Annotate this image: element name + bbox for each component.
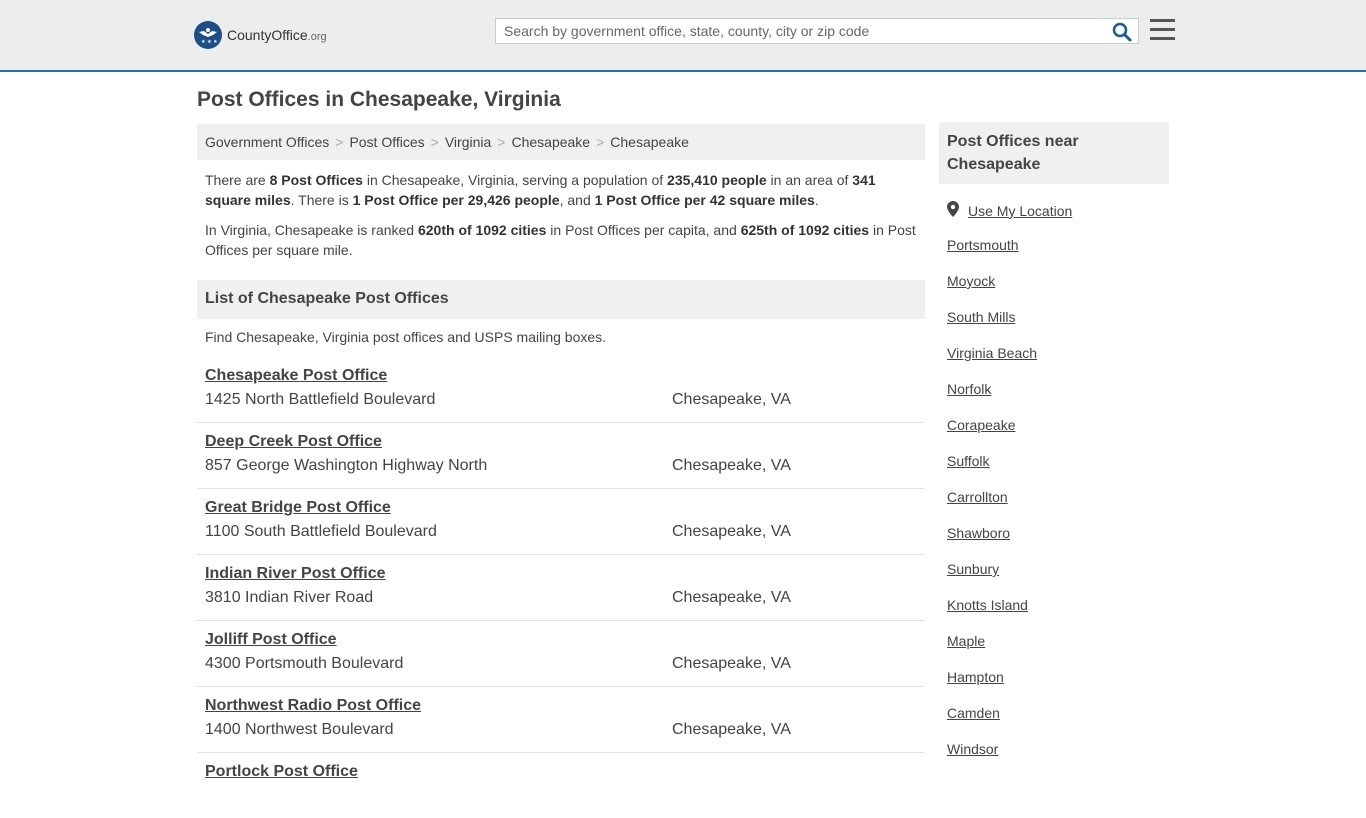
post-office-address: 4300 Portsmouth Boulevard: [205, 655, 404, 672]
eagle-seal-icon: ★ ★ ★: [194, 21, 222, 49]
nearby-city-link[interactable]: Carrollton: [947, 489, 1008, 505]
search-input[interactable]: [496, 19, 1112, 43]
list-item: Carrollton: [947, 489, 1037, 525]
post-office-name-link[interactable]: Jolliff Post Office: [205, 631, 337, 649]
logo-suffix: .org: [307, 31, 327, 43]
list-item: Virginia Beach: [947, 345, 1037, 381]
list-item: Camden: [947, 705, 1037, 741]
site-logo[interactable]: ★ ★ ★ CountyOffice.org: [194, 20, 327, 50]
post-office-item: Great Bridge Post Office 1100 South Batt…: [197, 489, 925, 555]
breadcrumb-virginia[interactable]: Virginia: [445, 134, 491, 150]
post-office-item: Chesapeake Post Office 1425 North Battle…: [197, 357, 925, 423]
nearby-city-link[interactable]: Maple: [947, 633, 985, 649]
nearby-city-link[interactable]: Camden: [947, 705, 1000, 721]
sidebar-header: Post Offices near Chesapeake: [939, 122, 1169, 184]
breadcrumb-separator: >: [596, 134, 605, 150]
breadcrumb-separator: >: [335, 134, 344, 150]
use-my-location-link[interactable]: Use My Location: [968, 203, 1072, 219]
summary-text: There are 8 Post Offices in Chesapeake, …: [205, 170, 920, 270]
post-office-name-link[interactable]: Chesapeake Post Office: [205, 367, 387, 385]
nearby-city-link[interactable]: Norfolk: [947, 381, 991, 397]
breadcrumb-chesapeake-current[interactable]: Chesapeake: [610, 134, 689, 150]
nearby-cities-list: Portsmouth Moyock South Mills Virginia B…: [947, 237, 1037, 777]
list-item: Corapeake: [947, 417, 1037, 453]
post-office-name-link[interactable]: Deep Creek Post Office: [205, 433, 382, 451]
map-marker-icon: [947, 201, 959, 220]
breadcrumb: Government Offices > Post Offices > Virginia…: [197, 124, 925, 160]
post-office-item: Portlock Post Office: [197, 753, 925, 818]
post-office-city: Chesapeake, VA: [672, 655, 791, 672]
post-office-address: 1400 Northwest Boulevard: [205, 721, 394, 738]
nearby-city-link[interactable]: Suffolk: [947, 453, 990, 469]
list-item: Portsmouth: [947, 237, 1037, 273]
hamburger-menu-icon[interactable]: [1150, 19, 1175, 41]
nearby-city-link[interactable]: Windsor: [947, 741, 998, 757]
breadcrumb-post-offices[interactable]: Post Offices: [349, 134, 424, 150]
list-item: Hampton: [947, 669, 1037, 705]
search-box: [495, 18, 1139, 44]
breadcrumb-chesapeake-city[interactable]: Chesapeake: [511, 134, 590, 150]
post-office-address: 1425 North Battlefield Boulevard: [205, 391, 436, 408]
nearby-city-link[interactable]: South Mills: [947, 309, 1015, 325]
summary-paragraph-ranking: In Virginia, Chesapeake is ranked 620th …: [205, 222, 916, 258]
post-office-item: Northwest Radio Post Office 1400 Northwe…: [197, 687, 925, 753]
nearby-city-link[interactable]: Knotts Island: [947, 597, 1028, 613]
list-intro: Find Chesapeake, Virginia post offices a…: [205, 329, 607, 345]
post-office-city: Chesapeake, VA: [672, 457, 791, 474]
post-office-address: 3810 Indian River Road: [205, 589, 374, 606]
list-item: Norfolk: [947, 381, 1037, 417]
breadcrumb-government-offices[interactable]: Government Offices: [205, 134, 329, 150]
nearby-city-link[interactable]: Sunbury: [947, 561, 999, 577]
site-header: ★ ★ ★ CountyOffice.org: [0, 0, 1366, 72]
nearby-city-link[interactable]: Virginia Beach: [947, 345, 1037, 361]
list-item: South Mills: [947, 309, 1037, 345]
post-office-city: Chesapeake, VA: [672, 523, 791, 540]
breadcrumb-separator: >: [430, 134, 439, 150]
post-office-list: Chesapeake Post Office 1425 North Battle…: [197, 357, 925, 818]
post-office-city: Chesapeake, VA: [672, 721, 791, 738]
breadcrumb-separator: >: [497, 134, 506, 150]
post-office-address: 1100 South Battlefield Boulevard: [205, 523, 437, 540]
list-item: Sunbury: [947, 561, 1037, 597]
post-office-item: Deep Creek Post Office 857 George Washin…: [197, 423, 925, 489]
post-office-name-link[interactable]: Portlock Post Office: [205, 763, 358, 781]
nearby-city-link[interactable]: Hampton: [947, 669, 1004, 685]
svg-text:★ ★ ★: ★ ★ ★: [201, 39, 218, 45]
use-my-location[interactable]: Use My Location: [947, 201, 1072, 220]
list-item: Suffolk: [947, 453, 1037, 489]
nearby-city-link[interactable]: Portsmouth: [947, 237, 1019, 253]
list-item: Shawboro: [947, 525, 1037, 561]
post-office-name-link[interactable]: Northwest Radio Post Office: [205, 697, 421, 715]
post-office-name-link[interactable]: Indian River Post Office: [205, 565, 385, 583]
list-item: Knotts Island: [947, 597, 1037, 633]
summary-paragraph-counts: There are 8 Post Offices in Chesapeake, …: [205, 172, 876, 208]
post-office-city: Chesapeake, VA: [672, 391, 791, 408]
list-item: Maple: [947, 633, 1037, 669]
nearby-city-link[interactable]: Moyock: [947, 273, 995, 289]
post-office-item: Indian River Post Office 3810 Indian Riv…: [197, 555, 925, 621]
logo-text: CountyOffice: [227, 27, 308, 43]
search-icon[interactable]: [1112, 22, 1132, 47]
nearby-city-link[interactable]: Shawboro: [947, 525, 1010, 541]
post-office-city: Chesapeake, VA: [672, 589, 791, 606]
list-item: Windsor: [947, 741, 1037, 777]
nearby-city-link[interactable]: Corapeake: [947, 417, 1016, 433]
list-item: Moyock: [947, 273, 1037, 309]
page-title: Post Offices in Chesapeake, Virginia: [197, 88, 561, 111]
post-office-name-link[interactable]: Great Bridge Post Office: [205, 499, 391, 517]
post-office-address: 857 George Washington Highway North: [205, 457, 488, 474]
post-office-item: Jolliff Post Office 4300 Portsmouth Boul…: [197, 621, 925, 687]
list-header: List of Chesapeake Post Offices: [197, 280, 925, 319]
